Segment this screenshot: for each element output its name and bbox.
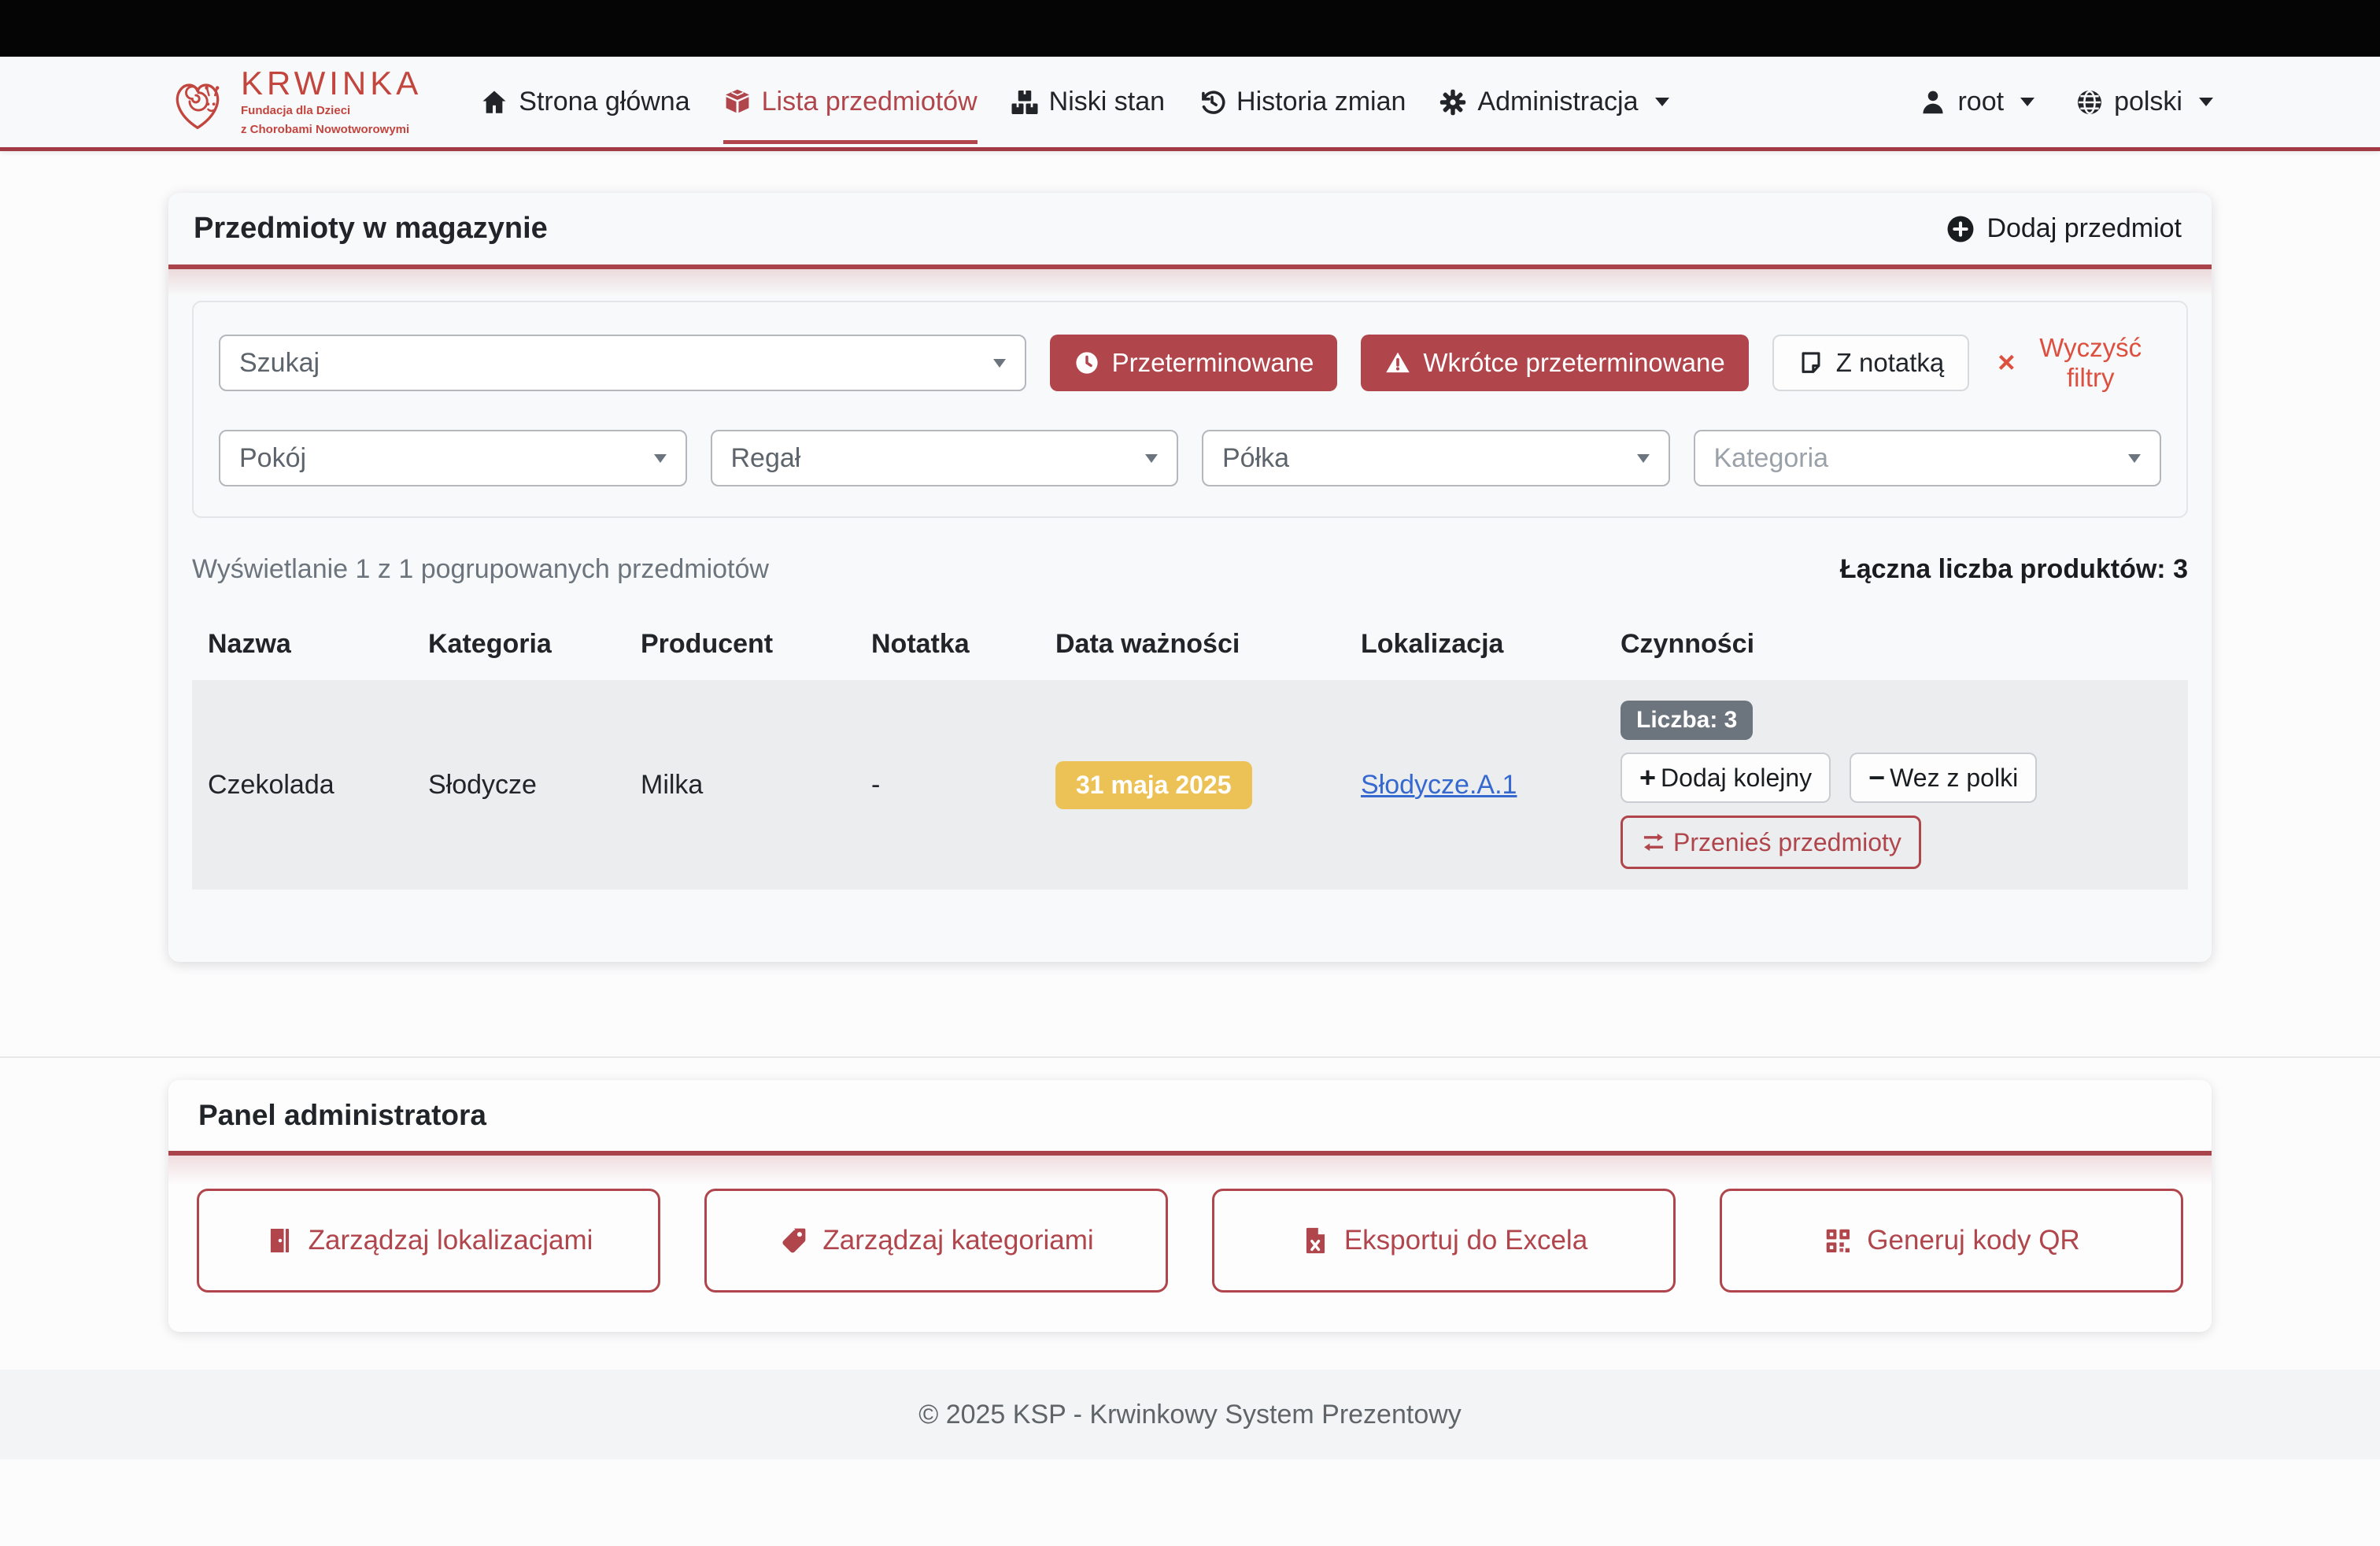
cell-producer: Milka (625, 770, 856, 801)
results-summary: Wyświetlanie 1 z 1 pogrupowanych przedmi… (192, 554, 2188, 585)
column-header-lokalizacja: Lokalizacja (1345, 629, 1605, 660)
add-another-button[interactable]: + Dodaj kolejny (1621, 753, 1831, 803)
manage-categories-button[interactable]: Zarządzaj kategoriami (704, 1189, 1168, 1293)
warning-triangle-icon (1384, 350, 1411, 376)
copyright-text: © 2025 KSP - Krwinkowy System Prezentowy (918, 1400, 1462, 1430)
gear-icon (1439, 88, 1467, 117)
home-icon (480, 88, 508, 117)
expiry-date-badge: 31 maja 2025 (1055, 761, 1252, 809)
column-header-czynnosci: Czynności (1605, 629, 2188, 660)
column-header-notatka: Notatka (856, 629, 1040, 660)
plus-circle-icon (1946, 214, 1975, 244)
note-icon (1798, 350, 1824, 376)
showing-count-text: Wyświetlanie 1 z 1 pogrupowanych przedmi… (192, 554, 769, 585)
take-from-shelf-button[interactable]: − Wez z polki (1850, 753, 2037, 803)
door-icon (264, 1226, 294, 1256)
open-box-icon (723, 88, 752, 117)
cell-actions: Liczba: 3 + Dodaj kolejny − Wez z polki (1605, 680, 2188, 890)
nav-item-historia-zmian[interactable]: Historia zmian (1198, 87, 1406, 117)
admin-panel-header: Panel administratora (168, 1080, 2212, 1156)
nav-links: Strona główna Lista przedmiotów Niski st… (480, 87, 1669, 117)
chevron-down-icon (654, 454, 667, 463)
column-header-nazwa: Nazwa (192, 629, 412, 660)
soon-expired-filter-button[interactable]: Wkrótce przeterminowane (1361, 335, 1748, 391)
table-header-row: Nazwa Kategoria Producent Notatka Data w… (192, 612, 2188, 677)
inventory-card: Przedmioty w magazynie Dodaj przedmiot S… (168, 193, 2212, 962)
clock-icon (1074, 350, 1100, 376)
cell-name: Czekolada (192, 770, 412, 801)
navbar-right: root polski (1919, 87, 2213, 117)
items-table: Nazwa Kategoria Producent Notatka Data w… (192, 612, 2188, 890)
total-products-text: Łączna liczba produktów: 3 (1840, 554, 2188, 585)
with-note-filter-button[interactable]: Z notatką (1772, 335, 1970, 391)
plus-icon: + (1639, 764, 1656, 792)
boxes-icon (1011, 88, 1039, 117)
admin-buttons-row: Zarządzaj lokalizacjami Zarządzaj katego… (168, 1156, 2212, 1332)
chevron-down-icon (2020, 98, 2034, 106)
expired-filter-button[interactable]: Przeterminowane (1050, 335, 1338, 391)
page-title: Przedmioty w magazynie (194, 212, 548, 246)
cell-note: - (856, 770, 1040, 801)
chevron-down-icon (1145, 454, 1158, 463)
chevron-down-icon (2128, 454, 2141, 463)
cell-category: Słodycze (412, 770, 625, 801)
nav-item-administracja[interactable]: Administracja (1439, 87, 1669, 117)
section-divider (0, 1056, 2380, 1058)
chevron-down-icon (1637, 454, 1650, 463)
krwinka-logo[interactable]: KRWINKA Fundacja dla Dzieci z Chorobami … (167, 67, 422, 137)
brand-title: KRWINKA (241, 67, 422, 100)
chevron-down-icon (1655, 98, 1669, 106)
nav-item-lista-przedmiotow[interactable]: Lista przedmiotów (723, 87, 978, 117)
search-select[interactable]: Szukaj (219, 335, 1026, 391)
history-icon (1198, 88, 1226, 117)
admin-panel-title: Panel administratora (198, 1099, 2182, 1132)
generate-qr-codes-button[interactable]: Generuj kody QR (1720, 1189, 2183, 1293)
count-badge: Liczba: 3 (1621, 701, 1753, 740)
search-placeholder: Szukaj (239, 348, 320, 379)
brand-subtitle-line2: z Chorobami Nowotworowymi (241, 122, 422, 138)
snail-heart-logo-icon (167, 72, 228, 133)
nav-item-niski-stan[interactable]: Niski stan (1011, 87, 1165, 117)
globe-icon (2075, 88, 2104, 117)
tag-icon (778, 1226, 808, 1256)
category-select[interactable]: Kategoria (1694, 430, 2162, 486)
navbar: KRWINKA Fundacja dla Dzieci z Chorobami … (0, 57, 2380, 151)
chevron-down-icon (993, 359, 1006, 368)
manage-locations-button[interactable]: Zarządzaj lokalizacjami (197, 1189, 660, 1293)
column-header-kategoria: Kategoria (412, 629, 625, 660)
nav-item-strona-glowna[interactable]: Strona główna (480, 87, 689, 117)
user-menu[interactable]: root (1919, 87, 2034, 117)
column-header-data-waznosci: Data ważności (1040, 629, 1345, 660)
add-item-button[interactable]: Dodaj przedmiot (1941, 213, 2186, 245)
cell-location: Słodycze.A.1 (1345, 770, 1605, 801)
x-icon: × (1998, 348, 2015, 378)
rack-select[interactable]: Regał (711, 430, 1179, 486)
export-to-excel-button[interactable]: Eksportuj do Excela (1212, 1189, 1676, 1293)
qr-code-icon (1823, 1226, 1853, 1256)
location-link[interactable]: Słodycze.A.1 (1361, 770, 1517, 800)
table-row: Czekolada Słodycze Milka - 31 maja 2025 … (192, 680, 2188, 890)
inventory-card-header: Przedmioty w magazynie Dodaj przedmiot (168, 193, 2212, 269)
shelf-select[interactable]: Półka (1202, 430, 1670, 486)
minus-icon: − (1868, 764, 1885, 792)
transfer-arrows-icon (1640, 829, 1667, 856)
person-icon (1919, 88, 1947, 117)
move-items-button[interactable]: Przenieś przedmioty (1621, 816, 1921, 869)
page-footer: © 2025 KSP - Krwinkowy System Prezentowy (0, 1370, 2380, 1459)
clear-filters-button[interactable]: × Wyczyść filtry (1993, 332, 2161, 394)
room-select[interactable]: Pokój (219, 430, 687, 486)
admin-panel-card: Panel administratora Zarządzaj lokalizac… (168, 1080, 2212, 1332)
language-menu[interactable]: polski (2075, 87, 2213, 117)
excel-file-icon (1300, 1226, 1330, 1256)
chevron-down-icon (2199, 98, 2213, 106)
main-content: Przedmioty w magazynie Dodaj przedmiot S… (0, 151, 2380, 1332)
column-header-producent: Producent (625, 629, 856, 660)
top-black-bar (0, 0, 2380, 57)
filters-panel: Szukaj Przeterminowane W (192, 301, 2188, 518)
brand-subtitle-line1: Fundacja dla Dzieci (241, 103, 422, 119)
cell-expiry: 31 maja 2025 (1040, 761, 1345, 809)
